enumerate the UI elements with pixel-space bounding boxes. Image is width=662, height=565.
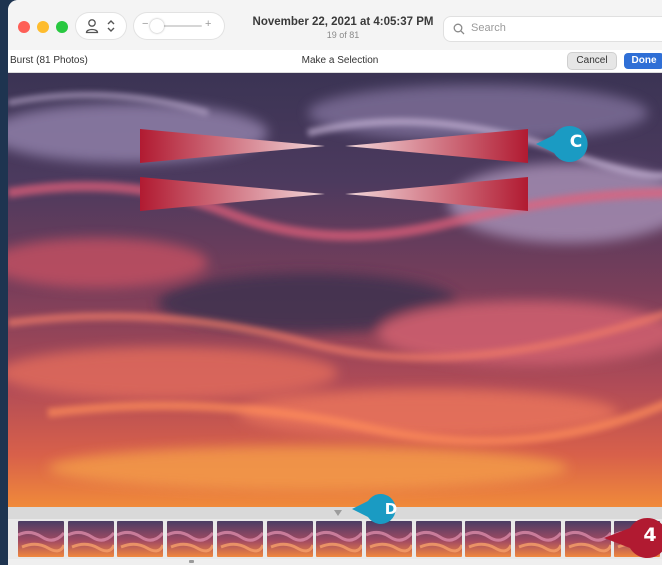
filmstrip-footer (8, 559, 662, 565)
callout-step-label: 4 (643, 524, 657, 546)
filmstrip-thumbnail[interactable] (465, 521, 512, 557)
zoom-in-icon: + (205, 18, 212, 30)
screenshot-frame: − + November 22, 2021 at 4:05:37 PM 19 o… (0, 0, 662, 565)
callout-d-label: D (384, 500, 398, 518)
scroll-indicator (189, 560, 194, 563)
burst-label: Burst (81 Photos) (10, 55, 88, 66)
search-field[interactable]: Search (444, 17, 662, 41)
burst-filmstrip[interactable] (8, 519, 662, 559)
filmstrip-thumbnail[interactable] (415, 521, 462, 557)
person-icon (85, 19, 99, 34)
filmstrip-thumbnail[interactable] (67, 521, 114, 557)
title-bar: − + November 22, 2021 at 4:05:37 PM 19 o… (8, 0, 662, 50)
filmstrip-thumbnail[interactable] (515, 521, 561, 557)
current-position-marker (334, 510, 342, 516)
make-selection-label: Make a Selection (301, 55, 379, 66)
zoom-slider[interactable]: − + (134, 13, 224, 39)
callout-c-label: C (569, 132, 583, 152)
filmstrip-header (8, 507, 662, 519)
search-placeholder: Search (471, 22, 506, 34)
filmstrip-thumbnail[interactable] (316, 521, 363, 557)
zoom-out-icon: − (142, 18, 149, 30)
photo-date: November 22, 2021 at 4:05:37 PM (252, 16, 434, 28)
filmstrip-thumbnail[interactable] (365, 521, 412, 557)
burst-photo: C (8, 73, 662, 507)
photos-window: − + November 22, 2021 at 4:05:37 PM 19 o… (8, 0, 662, 565)
filmstrip-thumbnail[interactable] (18, 521, 64, 557)
cancel-button[interactable]: Cancel (568, 53, 616, 69)
photo-count: 19 of 81 (326, 30, 360, 40)
close-button[interactable] (18, 21, 30, 33)
zoom-window-button[interactable] (56, 21, 68, 33)
chevron-updown-icon (107, 20, 115, 32)
filmstrip-thumbnail[interactable] (266, 521, 313, 557)
filmstrip-thumbnail[interactable] (117, 521, 164, 557)
filmstrip-thumbnail[interactable] (167, 521, 214, 557)
people-filter-button[interactable] (76, 13, 126, 39)
done-button[interactable]: Done (624, 53, 662, 69)
highlight-arrows (140, 129, 528, 211)
selection-toolbar: Burst (81 Photos) Make a Selection Cance… (8, 50, 662, 73)
search-icon (453, 23, 465, 35)
minimize-button[interactable] (37, 21, 49, 33)
zoom-knob[interactable] (150, 19, 164, 33)
filmstrip-thumbnail[interactable] (216, 521, 263, 557)
